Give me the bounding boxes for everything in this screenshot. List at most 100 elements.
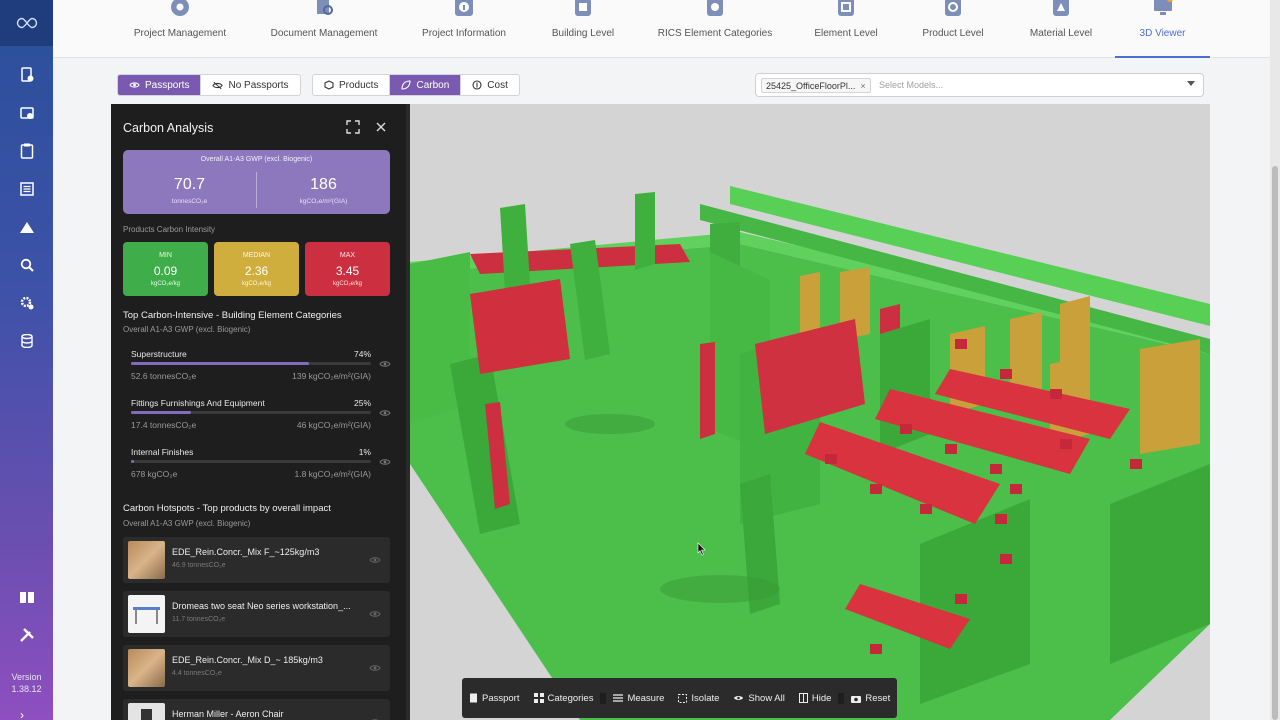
cost-toggle[interactable]: Cost: [461, 75, 519, 95]
passports-label: Passports: [145, 79, 190, 91]
tab-rics-element-categories[interactable]: RICS Element Categories: [654, 0, 776, 58]
category-row[interactable]: Internal Finishes 1% 678 kgCO₂e 1.8 kgCO…: [131, 447, 391, 487]
hotspot-product-row[interactable]: Herman Miller - Aeron Chair: [123, 699, 390, 720]
sidebar-expand-icon[interactable]: ›: [20, 708, 24, 720]
category-name: Internal Finishes: [131, 447, 194, 457]
products-toggle[interactable]: Products: [313, 75, 391, 95]
isolate-tool[interactable]: Isolate: [671, 693, 726, 704]
eye-icon[interactable]: [369, 610, 381, 618]
show-all-tool-label: Show All: [748, 692, 785, 704]
passports-toggle[interactable]: Passports: [118, 75, 202, 95]
eye-icon[interactable]: [379, 360, 391, 368]
max-intensity-card: MAX 3.45 kgCO₂e/kg: [305, 242, 390, 296]
chip-remove-icon[interactable]: ×: [860, 81, 865, 91]
category-bar-fill: [131, 411, 191, 414]
model-chip[interactable]: 25425_OfficeFloorPl... ×: [761, 78, 871, 93]
eye-icon[interactable]: [369, 556, 381, 564]
product-name: EDE_Rein.Concr._Mix F_~125kg/m3: [172, 547, 320, 557]
min-unit: kgCO₂e/kg: [150, 281, 180, 287]
sidebar-documents-icon[interactable]: [16, 102, 38, 124]
reset-tool-label: Reset: [865, 692, 891, 704]
cube-icon: [324, 80, 334, 90]
hotspots-heading: Carbon Hotspots - Top products by overal…: [123, 503, 331, 514]
hide-tool[interactable]: Hide: [792, 692, 845, 704]
category-intensity: 139 kgCO₂e/m²(GIA): [292, 371, 371, 381]
category-percent: 25%: [353, 398, 371, 408]
concrete-thumbnail: [128, 649, 165, 687]
hotspot-product-row[interactable]: Dromeas two seat Neo series workstation_…: [123, 591, 390, 637]
desk-thumbnail: [128, 595, 165, 633]
page-scrollbar[interactable]: [1270, 0, 1280, 720]
fullscreen-icon[interactable]: [346, 120, 360, 134]
show-all-tool[interactable]: Show All: [726, 693, 791, 704]
category-percent: 1%: [358, 447, 371, 457]
sidebar-tools-icon[interactable]: [16, 624, 38, 646]
category-row[interactable]: Fittings Furnishings And Equipment 25% 1…: [131, 398, 391, 438]
camera-icon: [851, 695, 862, 703]
app-logo[interactable]: [0, 0, 53, 46]
tab-document-management[interactable]: Document Management: [264, 0, 384, 58]
category-name: Superstructure: [131, 349, 187, 359]
sidebar-search-icon[interactable]: [16, 254, 38, 276]
no-passports-label: No Passports: [228, 79, 289, 91]
max-label: MAX: [339, 252, 356, 259]
version-label: Version: [11, 672, 42, 682]
info-icon: [455, 0, 473, 16]
3d-viewer-canvas[interactable]: [410, 104, 1210, 720]
viewer-toolbar: Passport Categories Measure Isolate Show…: [462, 678, 898, 718]
carbon-toggle[interactable]: Carbon: [390, 75, 462, 95]
carbon-analysis-panel: Carbon Analysis Overall A1-A3 GWP (excl.…: [111, 104, 410, 720]
categories-tool[interactable]: Categories: [527, 692, 607, 704]
sidebar-clipboard-icon[interactable]: [16, 140, 38, 162]
reset-tool[interactable]: Reset: [844, 693, 897, 704]
tab-material-level[interactable]: Material Level: [1023, 0, 1099, 58]
passport-tool[interactable]: Passport: [462, 693, 527, 704]
document-search-icon: [317, 0, 333, 15]
eye-icon[interactable]: [379, 409, 391, 417]
tab-label: Project Information: [422, 28, 506, 39]
hotspot-product-row[interactable]: EDE_Rein.Concr._Mix D_~ 185kg/m3 4.4 ton…: [123, 645, 390, 691]
category-row[interactable]: Superstructure 74% 52.6 tonnesCO₂e 139 k…: [131, 349, 391, 389]
tab-product-level[interactable]: Product Level: [917, 0, 989, 58]
sidebar-book-icon[interactable]: [16, 586, 38, 608]
close-icon[interactable]: [374, 120, 388, 134]
product-value: 11.7 tonnesCO₂e: [172, 616, 226, 623]
passport-tool-label: Passport: [482, 692, 520, 704]
chevron-down-icon[interactable]: [1187, 81, 1195, 86]
product-value: 46.9 tonnesCO₂e: [172, 562, 226, 569]
sidebar-settings-icon[interactable]: [16, 292, 38, 314]
hide-icon: [798, 693, 808, 703]
overall-gwp-header: Overall A1-A3 GWP (excl. Biogenic): [200, 156, 313, 163]
document-icon: [470, 693, 477, 703]
model-select[interactable]: 25425_OfficeFloorPl... × Select Models..…: [755, 73, 1204, 97]
cost-label: Cost: [487, 79, 508, 91]
tab-element-level[interactable]: Element Level: [809, 0, 883, 58]
tab-3d-viewer[interactable]: 3D Viewer: [1115, 0, 1210, 58]
hotspots-subheading: Overall A1-A3 GWP (excl. Biogenic): [123, 519, 251, 528]
concrete-thumbnail: [128, 541, 165, 579]
tab-building-level[interactable]: Building Level: [545, 0, 621, 58]
chair-thumbnail: [128, 703, 165, 720]
category-intensity: 46 kgCO₂e/m²(GIA): [296, 420, 371, 430]
tab-label: Project Management: [133, 28, 227, 39]
max-value: 3.45: [335, 264, 360, 278]
sidebar-building-icon[interactable]: [16, 216, 38, 238]
measure-tool[interactable]: Measure: [606, 693, 671, 704]
tab-label: 3D Viewer: [1139, 28, 1186, 39]
tab-project-management[interactable]: Project Management: [123, 0, 237, 58]
hotspot-product-row[interactable]: EDE_Rein.Concr._Mix F_~125kg/m3 46.9 ton…: [123, 537, 390, 583]
sidebar-list-icon[interactable]: [16, 178, 38, 200]
eye-icon[interactable]: [369, 664, 381, 672]
product-name: Dromeas two seat Neo series workstation_…: [172, 601, 351, 611]
scrollbar-thumb[interactable]: [1272, 166, 1278, 720]
eye-icon[interactable]: [379, 458, 391, 466]
product-name: EDE_Rein.Concr._Mix D_~ 185kg/m3: [172, 655, 323, 665]
sidebar-database-icon[interactable]: [16, 330, 38, 352]
passport-filter-group: Passports No Passports: [117, 74, 301, 96]
no-passports-toggle[interactable]: No Passports: [201, 75, 299, 95]
tab-project-information[interactable]: Project Information: [412, 0, 516, 58]
categories-tool-label: Categories: [547, 692, 594, 704]
carbon-label: Carbon: [416, 79, 450, 91]
measure-tool-label: Measure: [627, 692, 665, 704]
sidebar-projects-icon[interactable]: [16, 64, 38, 86]
